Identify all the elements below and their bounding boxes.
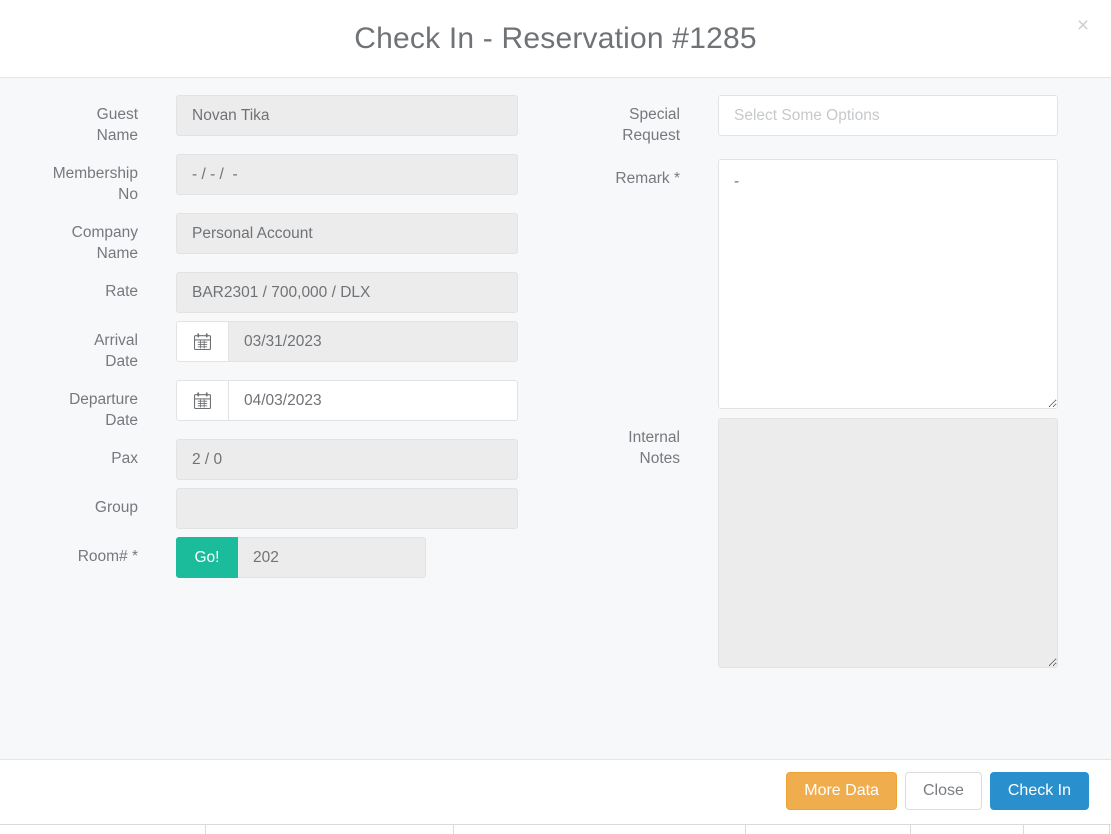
control-company-name	[176, 213, 549, 254]
control-membership-no	[176, 154, 549, 195]
control-special-request	[718, 95, 1091, 136]
field-row-internal-notes: Internal Notes	[572, 418, 1091, 668]
field-row-arrival-date: Arrival Date	[30, 321, 549, 372]
label-remark: Remark *	[615, 170, 680, 187]
special-request-input[interactable]	[718, 95, 1058, 136]
calendar-icon[interactable]	[176, 321, 228, 362]
check-in-button[interactable]: Check In	[989, 771, 1089, 810]
background-table-cell	[0, 825, 206, 834]
label-rate: Rate	[105, 283, 138, 300]
label-special-request: Special Request	[622, 106, 680, 144]
arrival-date-input[interactable]	[228, 321, 518, 362]
close-button[interactable]: Close	[904, 771, 982, 810]
control-guest-name	[176, 95, 549, 136]
departure-date-input[interactable]	[228, 380, 518, 421]
field-row-remark: Remark * -	[572, 159, 1091, 409]
background-table-cell	[1024, 825, 1110, 834]
field-row-special-request: Special Request	[572, 95, 1091, 146]
arrival-date-group	[176, 321, 518, 362]
field-row-rate: Rate	[30, 272, 549, 313]
room-number-group: Go!	[176, 537, 426, 578]
label-arrival-date: Arrival Date	[94, 332, 138, 370]
left-form-column: Guest Name Membership No Company Name Ra…	[30, 95, 549, 759]
departure-date-group	[176, 380, 518, 421]
pax-input[interactable]	[176, 439, 518, 480]
control-arrival-date	[176, 321, 549, 362]
control-pax	[176, 439, 549, 480]
more-data-button[interactable]: More Data	[786, 771, 897, 810]
field-row-departure-date: Departure Date	[30, 380, 549, 431]
group-input[interactable]	[176, 488, 518, 529]
background-table	[0, 824, 1111, 834]
label-pax: Pax	[111, 450, 138, 467]
control-remark: -	[718, 159, 1091, 409]
label-guest-name: Guest Name	[96, 106, 138, 144]
modal-body: Guest Name Membership No Company Name Ra…	[0, 78, 1111, 759]
background-table-cell	[454, 825, 746, 834]
rate-input[interactable]	[176, 272, 518, 313]
guest-name-input[interactable]	[176, 95, 518, 136]
control-group	[176, 488, 549, 529]
field-row-company-name: Company Name	[30, 213, 549, 264]
control-rate	[176, 272, 549, 313]
room-number-input[interactable]	[238, 537, 426, 578]
control-room-number: Go!	[176, 537, 549, 578]
field-row-membership-no: Membership No	[30, 154, 549, 205]
internal-notes-textarea[interactable]	[718, 418, 1058, 668]
check-in-modal: Check In - Reservation #1285 × Guest Nam…	[0, 0, 1111, 821]
field-row-guest-name: Guest Name	[30, 95, 549, 146]
field-row-room-number: Room# * Go!	[30, 537, 549, 578]
modal-footer: More Data Close Check In	[0, 759, 1111, 821]
background-table-cell	[746, 825, 911, 834]
label-membership-no: Membership No	[52, 165, 138, 203]
calendar-icon[interactable]	[176, 380, 228, 421]
control-internal-notes	[718, 418, 1091, 668]
label-internal-notes: Internal Notes	[628, 429, 680, 467]
background-table-cell	[911, 825, 1024, 834]
close-icon[interactable]: ×	[1069, 12, 1097, 40]
label-departure-date: Departure Date	[69, 391, 138, 429]
background-table-cell	[206, 825, 454, 834]
right-form-column: Special Request Remark * - Internal Note…	[572, 95, 1091, 759]
label-company-name: Company Name	[71, 224, 138, 262]
control-departure-date	[176, 380, 549, 421]
remark-textarea[interactable]: -	[718, 159, 1058, 409]
page-title: Check In - Reservation #1285	[354, 21, 757, 55]
go-button[interactable]: Go!	[176, 537, 238, 578]
modal-header: Check In - Reservation #1285 ×	[0, 0, 1111, 78]
field-row-group: Group	[30, 488, 549, 529]
company-name-input[interactable]	[176, 213, 518, 254]
label-room-number: Room# *	[77, 548, 138, 565]
field-row-pax: Pax	[30, 439, 549, 480]
label-group: Group	[94, 499, 138, 516]
membership-no-input[interactable]	[176, 154, 518, 195]
